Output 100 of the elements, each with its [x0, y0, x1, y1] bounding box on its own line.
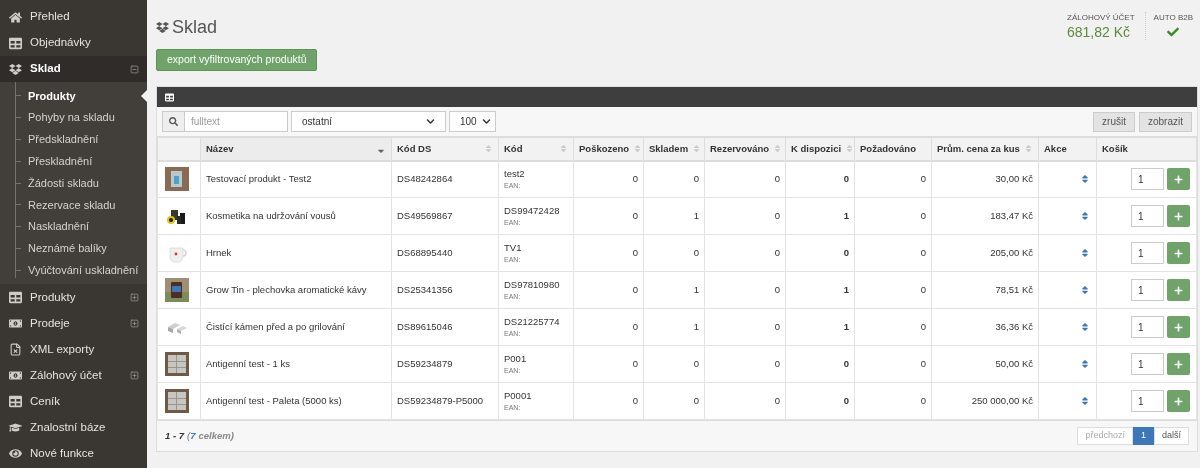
actions-toggle-icon[interactable]	[1080, 248, 1090, 258]
add-to-cart-button[interactable]	[1167, 316, 1190, 338]
quantity-field[interactable]: 1	[1131, 279, 1164, 301]
table-cell: 0	[854, 271, 932, 309]
column-header[interactable]: Kód	[498, 137, 574, 161]
column-header[interactable]: Poškozeno	[573, 137, 644, 161]
table-cell: 205,00 Kč	[931, 234, 1039, 272]
expand-icon	[130, 370, 139, 380]
table-cell: 0	[704, 160, 786, 198]
table-cell: 1	[643, 308, 705, 346]
table-cell: 0	[573, 382, 644, 420]
product-code: test2	[504, 166, 526, 181]
actions-toggle-icon[interactable]	[1080, 396, 1090, 406]
table-icon	[9, 36, 22, 50]
product-code: DS99472428	[504, 203, 561, 218]
quantity-field[interactable]: 1	[1131, 168, 1164, 191]
column-header[interactable]: Skladem	[643, 137, 705, 161]
table-cell: DS25341356	[391, 271, 499, 309]
table-cell: DS49569867	[391, 197, 499, 235]
plus-icon	[1174, 174, 1183, 184]
table-cell: 250 000,00 Kč	[931, 382, 1039, 420]
quantity-field[interactable]: 1	[1131, 390, 1164, 412]
actions-toggle-icon[interactable]	[1080, 285, 1090, 295]
table-cell: 0	[785, 345, 855, 383]
column-header[interactable]: Prům. cena za kus	[931, 137, 1039, 161]
table-cell: 0	[854, 345, 932, 383]
add-to-cart-button[interactable]	[1167, 205, 1190, 227]
page-title: Sklad	[172, 16, 218, 39]
sidebar-item[interactable]: Zálohový účet	[0, 362, 147, 389]
actions-toggle-icon[interactable]	[1080, 322, 1090, 332]
column-header[interactable]: Kód DS	[391, 137, 499, 161]
sidebar-item[interactable]: XML exporty	[0, 336, 147, 363]
submenu-item[interactable]: Vyúčtování uskladnění	[28, 262, 139, 279]
product-code: TV1	[504, 240, 523, 255]
table-cell: 78,51 Kč	[931, 271, 1039, 309]
column-header[interactable]: Požadováno	[854, 137, 932, 161]
table-cell: 0	[573, 197, 644, 235]
sidebar-item[interactable]: Ceník	[0, 388, 147, 415]
table-icon	[9, 394, 22, 408]
add-to-cart-button[interactable]	[1167, 168, 1190, 191]
sidebar-item[interactable]: Prodeje	[0, 310, 147, 337]
table-cell: 0	[573, 308, 644, 346]
plus-icon	[1174, 322, 1183, 332]
sidebar-item[interactable]: Produkty	[0, 284, 147, 311]
column-header[interactable]: Akce	[1038, 137, 1097, 161]
table-cell: 0	[573, 345, 644, 383]
actions-toggle-icon[interactable]	[1080, 174, 1090, 185]
add-to-cart-button[interactable]	[1167, 353, 1190, 375]
sidebar-item[interactable]: Nové funkce	[0, 440, 147, 467]
account-balance: 681,82 Kč	[1067, 24, 1131, 40]
submenu-item[interactable]: Přeskladnění	[28, 153, 93, 170]
column-header[interactable]: K dispozici	[785, 137, 855, 161]
table-cell: 0	[854, 308, 932, 346]
sidebar-item[interactable]: Znalostní báze	[0, 414, 147, 441]
submenu-item[interactable]: Neznámé balíky	[28, 240, 107, 257]
submenu-item[interactable]: Rezervace skladu	[28, 196, 116, 214]
table-icon	[9, 290, 22, 304]
cancel-button[interactable]: zrušit	[1093, 111, 1135, 132]
submenu-item[interactable]: Naskladnění	[28, 218, 90, 235]
category-select[interactable]: ostatní	[291, 111, 446, 132]
quantity-field[interactable]: 1	[1131, 205, 1164, 227]
sidebar-item[interactable]: Objednávky	[0, 30, 147, 56]
table-cell: Hrnek	[200, 234, 392, 272]
table-cell: Čistící kámen před a po grilování	[200, 308, 392, 346]
submenu-item[interactable]: Žádosti skladu	[28, 174, 99, 192]
add-to-cart-button[interactable]	[1167, 390, 1190, 412]
table-cell: DS89615046	[391, 308, 499, 346]
search-field[interactable]: fulltext	[162, 111, 288, 132]
submenu-item[interactable]: Pohyby na skladu	[28, 109, 115, 126]
submenu-item[interactable]: Předskladnění	[28, 131, 99, 148]
pagination-button[interactable]: další	[1154, 427, 1189, 445]
show-button[interactable]: zobrazit	[1139, 111, 1192, 132]
table-cell: 0	[573, 271, 644, 309]
search-icon	[169, 117, 178, 126]
account-label: ZÁLOHOVÝ ÚČET	[1067, 12, 1135, 24]
add-to-cart-button[interactable]	[1167, 279, 1190, 301]
pagination-button[interactable]: 1	[1132, 427, 1154, 445]
sidebar-item[interactable]: Přehled	[0, 4, 147, 30]
sidebar-item[interactable]: Sklad	[0, 56, 147, 82]
quantity-field[interactable]: 1	[1131, 316, 1164, 338]
table-cell: Grow Tin - plechovka aromatické kávy	[200, 271, 392, 309]
column-header[interactable]: Rezervováno	[704, 137, 786, 161]
total-open: (	[187, 428, 191, 443]
page-size-select[interactable]: 100	[449, 111, 496, 132]
column-header[interactable]: Název	[200, 137, 392, 161]
plus-icon	[1174, 211, 1183, 221]
column-header[interactable]: Košík	[1096, 137, 1197, 161]
table-cell: 1	[643, 271, 705, 309]
quantity-field[interactable]: 1	[1131, 242, 1164, 264]
table-cell: 36,36 Kč	[931, 308, 1039, 346]
actions-toggle-icon[interactable]	[1080, 359, 1090, 369]
table-cell: 0	[704, 197, 786, 235]
table-cell: 0	[704, 382, 786, 420]
table-cell: 0	[573, 160, 644, 198]
expand-icon	[130, 318, 139, 328]
quantity-field[interactable]: 1	[1131, 353, 1164, 375]
add-to-cart-button[interactable]	[1167, 242, 1190, 264]
submenu-item[interactable]: Produkty	[28, 87, 76, 105]
actions-toggle-icon[interactable]	[1080, 211, 1090, 221]
plus-icon	[1174, 285, 1183, 295]
